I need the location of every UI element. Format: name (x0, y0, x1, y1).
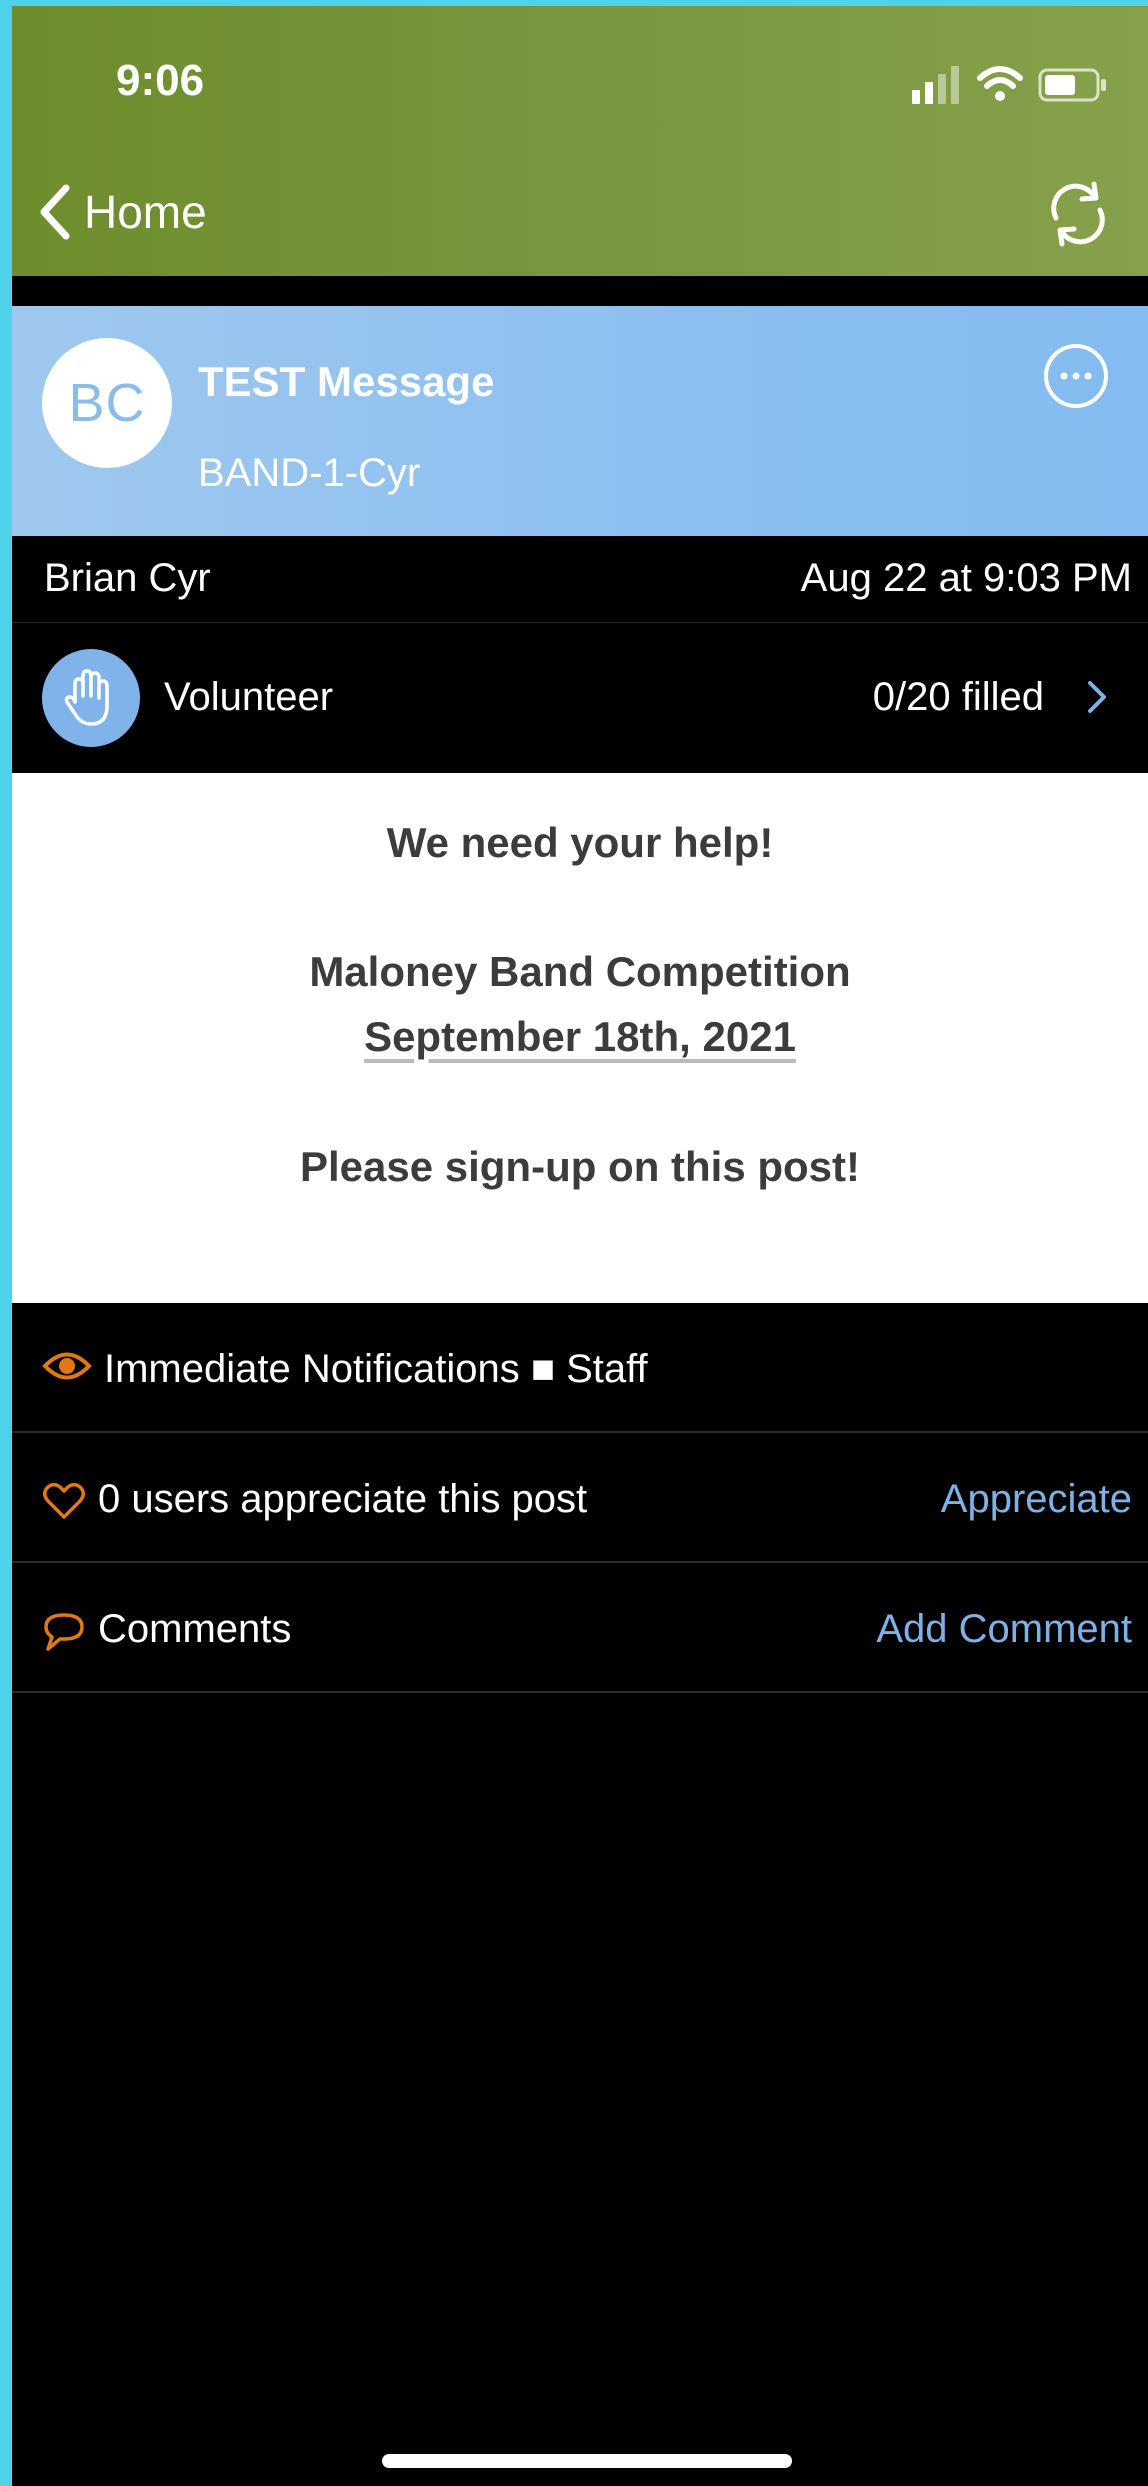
hand-icon (42, 649, 140, 747)
signal-icon (912, 90, 920, 104)
signal-icon-bar (951, 66, 959, 104)
status-time: 9:06 (116, 56, 205, 105)
signal-icon-bar (938, 74, 946, 104)
comment-icon (44, 1613, 84, 1651)
post-meta-row: Brian Cyr Aug 22 at 9:03 PM (12, 536, 1148, 623)
chevron-left-icon (40, 184, 70, 240)
posted-timestamp: Aug 22 at 9:03 PM (800, 556, 1132, 600)
post-date-text: September 18th, 2021 (364, 1013, 796, 1060)
ellipsis-icon (1060, 372, 1092, 380)
appreciate-button[interactable]: Appreciate (941, 1477, 1132, 1522)
more-options-button[interactable] (1044, 344, 1108, 408)
signal-icon-bar (925, 82, 933, 104)
post-line-cta: Please sign-up on this post! (299, 1143, 861, 1190)
back-label: Home (84, 186, 207, 238)
notifications-row: Immediate Notifications ■ Staff (12, 1303, 1148, 1433)
wifi-icon (977, 66, 1023, 101)
message-group: BAND-1-Cyr (198, 451, 421, 495)
appreciation-row: 0 users appreciate this post Appreciate (12, 1433, 1148, 1563)
post-line-heading: We need your help! (386, 819, 774, 866)
comments-label: Comments (98, 1607, 292, 1651)
eye-icon (42, 1352, 92, 1380)
post-line-event: Maloney Band Competition (309, 948, 851, 995)
post-body: We need your help! Maloney Band Competit… (12, 773, 1148, 1303)
appreciation-count-text: 0 users appreciate this post (98, 1477, 588, 1521)
avatar: BC (42, 338, 172, 468)
heart-icon (43, 1483, 85, 1519)
chevron-right-icon (1088, 681, 1106, 713)
post-line-date: September 18th, 2021 (12, 1013, 1148, 1061)
volunteer-row[interactable]: Volunteer 0/20 filled (12, 623, 1148, 773)
comments-row: Comments Add Comment (12, 1563, 1148, 1693)
notifications-text: Immediate Notifications ■ Staff (104, 1347, 648, 1391)
add-comment-button[interactable]: Add Comment (876, 1607, 1132, 1652)
refresh-icon[interactable] (1042, 178, 1114, 250)
battery-icon (1038, 68, 1106, 102)
message-header: BC TEST Message BAND-1-Cyr (12, 306, 1148, 536)
message-title: TEST Message (198, 358, 495, 405)
volunteer-label: Volunteer (164, 675, 334, 719)
volunteer-count: 0/20 filled (872, 675, 1044, 719)
phone-screen: 9:06 Home BC TEST Message BAND-1-Cyr Bri… (12, 6, 1148, 2486)
home-indicator[interactable] (382, 2454, 792, 2468)
author-name: Brian Cyr (44, 556, 211, 600)
navigation-header: 9:06 Home (12, 6, 1148, 276)
back-button[interactable]: Home (36, 176, 207, 248)
